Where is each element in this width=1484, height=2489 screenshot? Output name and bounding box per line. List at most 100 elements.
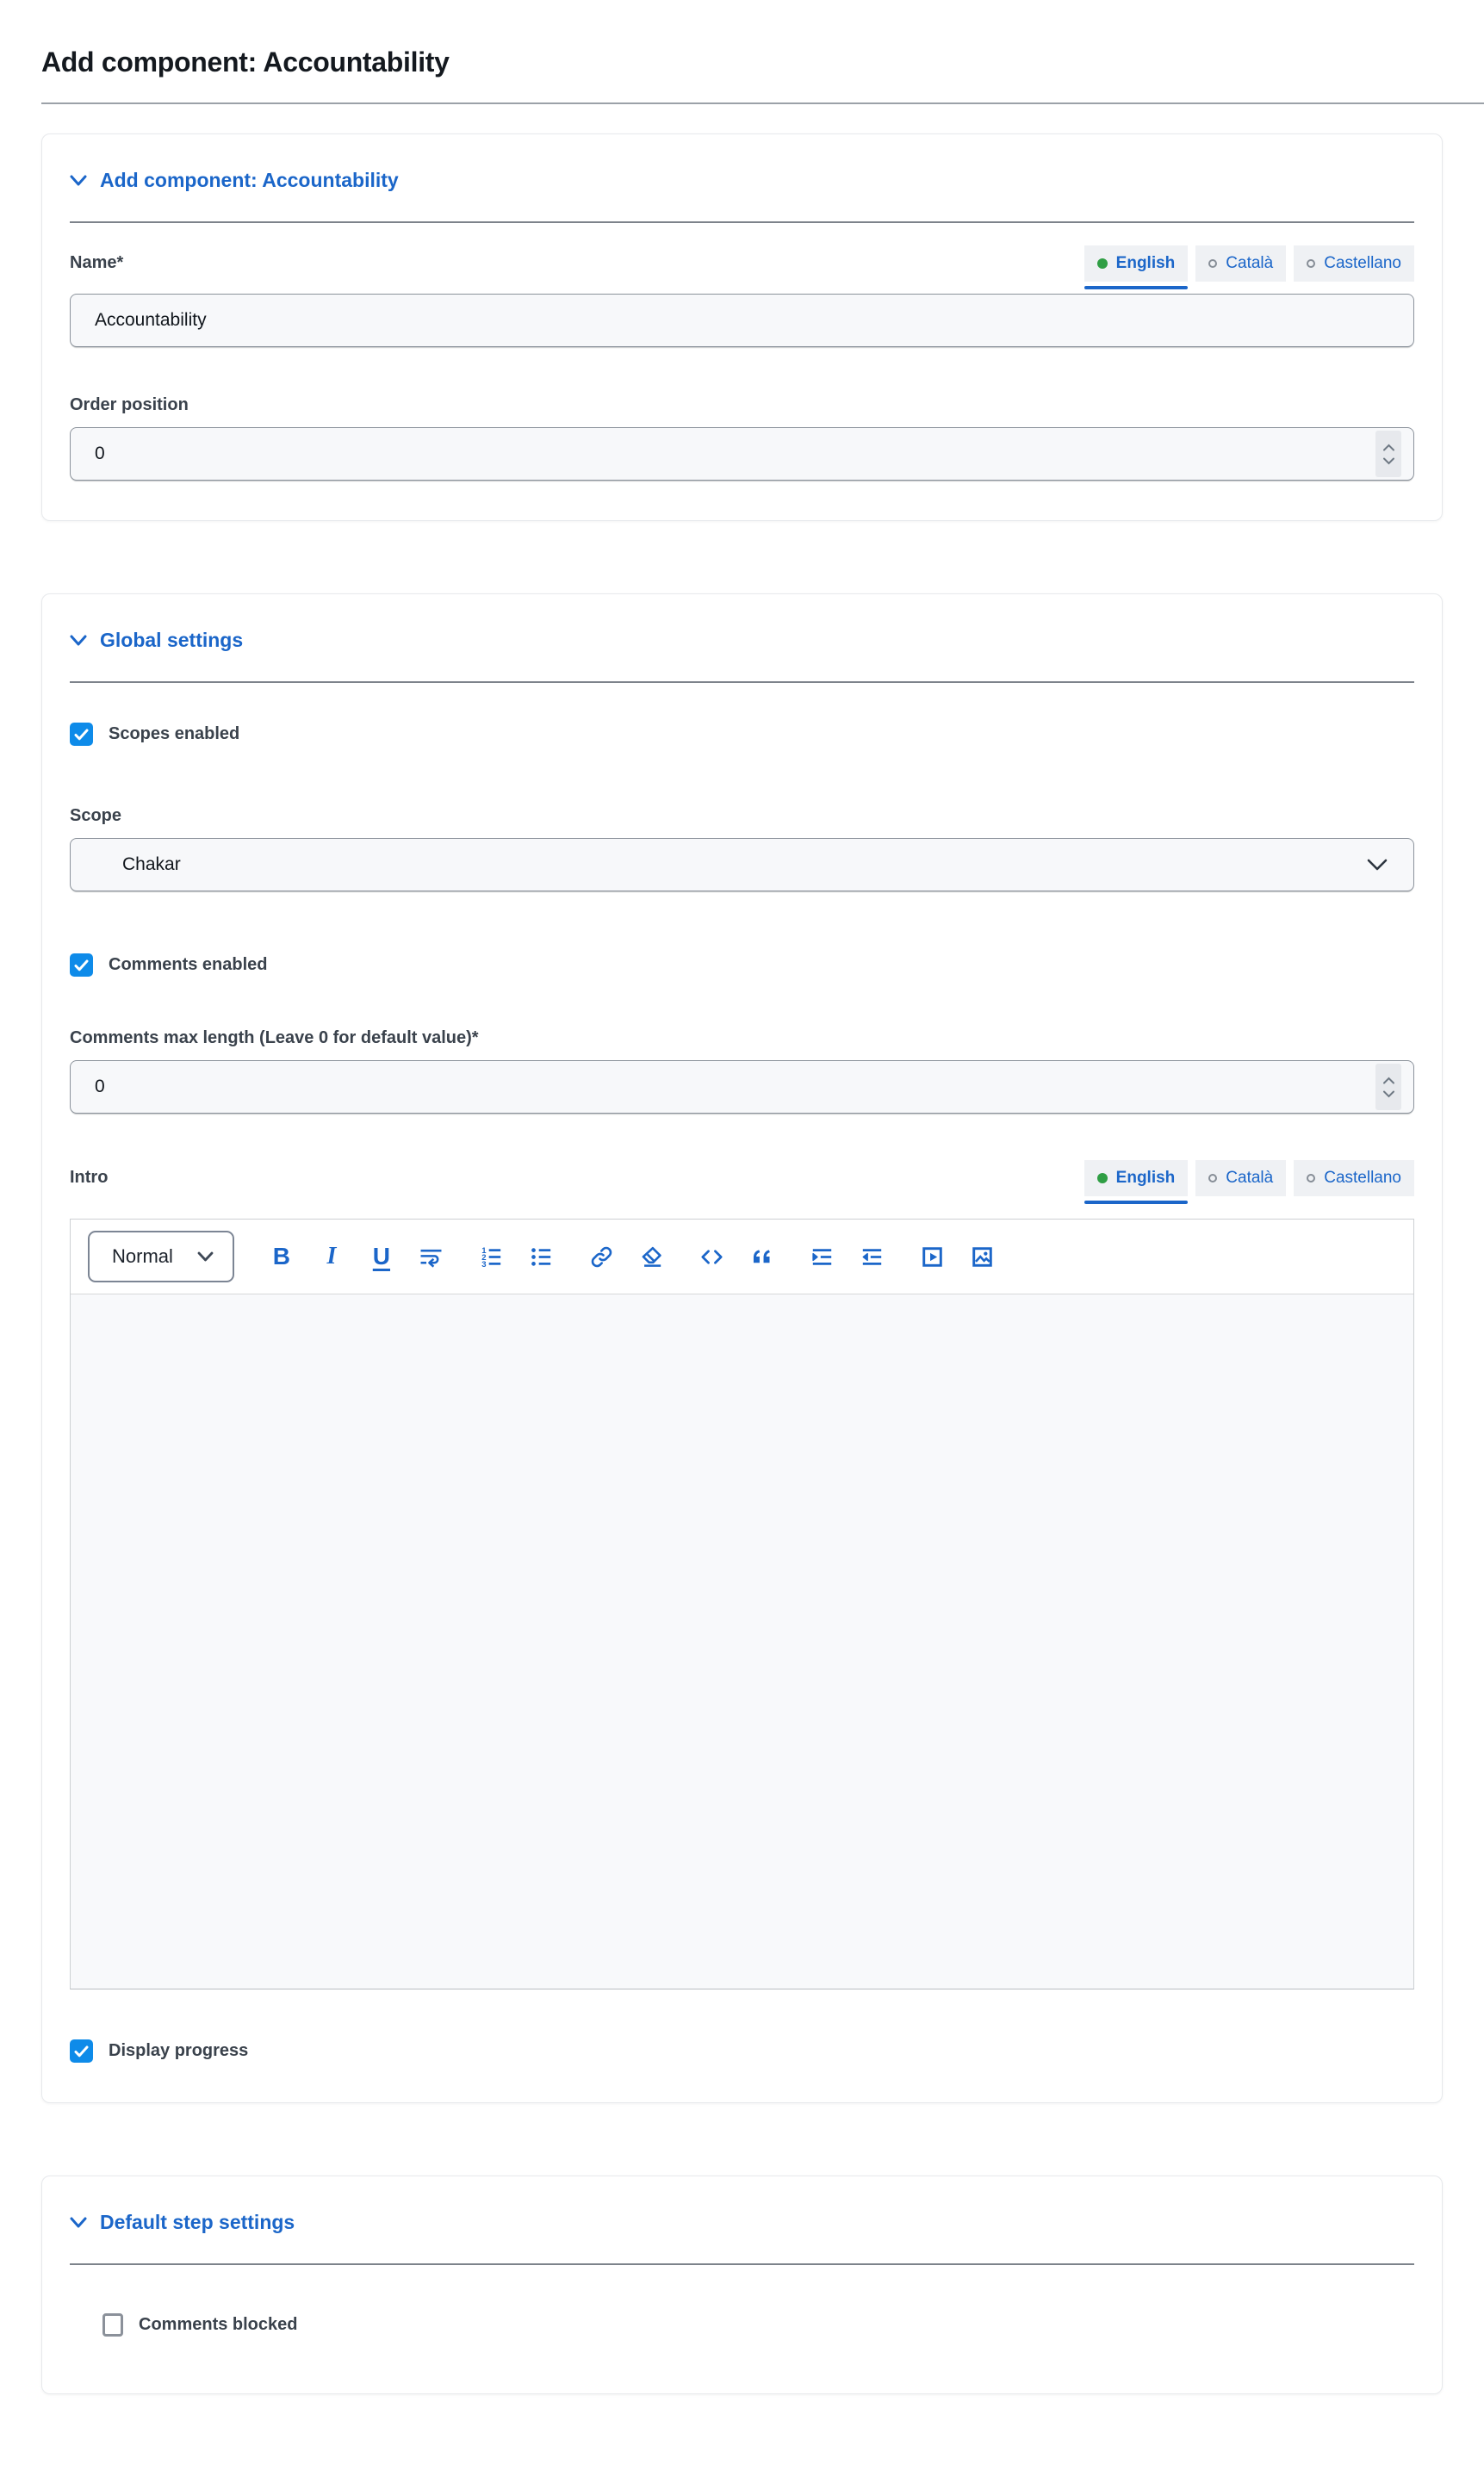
card-global-settings: Global settings Scopes enabled Scope Cha… — [41, 593, 1443, 2103]
toolbar-group-link — [589, 1243, 665, 1270]
comments-enabled-label: Comments enabled — [109, 955, 267, 975]
tab-label: Castellano — [1324, 1169, 1401, 1188]
section-toggle-default-step-settings[interactable]: Default step settings — [70, 2211, 295, 2234]
order-position-stepper[interactable] — [1375, 431, 1401, 477]
card-default-step-settings: Default step settings Comments blocked — [41, 2176, 1443, 2394]
editor-toolbar: Normal B I U — [71, 1220, 1413, 1294]
inactive-language-dot-icon — [1208, 1174, 1217, 1182]
comments-max-length-input[interactable]: 0 — [70, 1060, 1414, 1114]
link-icon — [590, 1245, 613, 1269]
name-label: Name* — [70, 253, 123, 273]
rich-text-editor-content[interactable] — [71, 1294, 1413, 1989]
tab-catala[interactable]: Català — [1195, 245, 1286, 282]
rich-text-editor: Normal B I U — [70, 1219, 1414, 1989]
tab-label: Català — [1226, 1169, 1273, 1188]
paragraph-style-value: Normal — [112, 1245, 173, 1268]
code-icon — [700, 1245, 723, 1269]
bold-button[interactable]: B — [269, 1243, 295, 1270]
intro-field-row: Intro English Català Castellano — [70, 1160, 1414, 1196]
scope-select[interactable]: Chakar — [70, 838, 1414, 891]
active-language-dot-icon — [1097, 258, 1108, 269]
scopes-enabled-checkbox[interactable] — [70, 723, 93, 746]
tab-label: Català — [1226, 254, 1273, 273]
remove-format-button[interactable] — [639, 1243, 665, 1270]
numbered-list-icon: 123 — [480, 1245, 503, 1269]
chevron-down-icon — [1367, 859, 1388, 871]
stepper-up-icon — [1382, 444, 1395, 451]
tab-label: Castellano — [1324, 254, 1401, 273]
comments-max-length-label: Comments max length (Leave 0 for default… — [70, 1028, 1414, 1048]
language-tabs-name: English Català Castellano — [1084, 245, 1414, 282]
order-position-input[interactable]: 0 — [70, 427, 1414, 481]
stepper-down-icon — [1382, 457, 1395, 465]
italic-icon: I — [326, 1244, 336, 1269]
name-field-row: Name* English Català Castellano — [70, 245, 1414, 282]
line-break-button[interactable] — [419, 1243, 444, 1270]
inactive-language-dot-icon — [1208, 259, 1217, 268]
comments-enabled-row: Comments enabled — [70, 953, 1414, 977]
code-button[interactable] — [699, 1243, 725, 1270]
order-position-label: Order position — [70, 395, 1414, 415]
page-divider — [41, 102, 1484, 104]
outdent-button[interactable] — [860, 1243, 885, 1270]
comments-blocked-row: Comments blocked — [102, 2313, 1414, 2337]
link-button[interactable] — [589, 1243, 615, 1270]
blockquote-button[interactable] — [749, 1243, 775, 1270]
display-progress-row: Display progress — [70, 2039, 1414, 2063]
language-tabs-intro: English Català Castellano — [1084, 1160, 1414, 1196]
comments-blocked-label: Comments blocked — [139, 2315, 297, 2335]
scopes-enabled-row: Scopes enabled — [70, 723, 1414, 746]
intro-label: Intro — [70, 1168, 108, 1188]
section-divider — [70, 221, 1414, 223]
toolbar-group-indent — [810, 1243, 885, 1270]
tab-label: English — [1116, 254, 1176, 273]
section-toggle-global-settings[interactable]: Global settings — [70, 629, 243, 652]
scope-label: Scope — [70, 806, 1414, 826]
indent-button[interactable] — [810, 1243, 835, 1270]
checkmark-icon — [74, 729, 89, 741]
blockquote-icon — [750, 1245, 773, 1269]
display-progress-checkbox[interactable] — [70, 2039, 93, 2063]
section-toggle-add-component[interactable]: Add component: Accountability — [70, 169, 399, 192]
section-title-global-settings: Global settings — [100, 629, 243, 652]
scopes-enabled-label: Scopes enabled — [109, 724, 239, 744]
comments-max-length-value: 0 — [95, 1077, 105, 1097]
scope-select-value: Chakar — [122, 854, 181, 875]
outdent-icon — [860, 1245, 884, 1269]
tab-english[interactable]: English — [1084, 1160, 1189, 1196]
indent-icon — [810, 1245, 834, 1269]
italic-button[interactable]: I — [319, 1243, 345, 1270]
tab-castellano[interactable]: Castellano — [1294, 245, 1414, 282]
chevron-down-icon — [70, 175, 87, 187]
page: Add component: Accountability Add compon… — [0, 47, 1484, 2429]
name-input[interactable] — [70, 294, 1414, 347]
media-embed-button[interactable] — [920, 1243, 946, 1270]
active-language-dot-icon — [1097, 1173, 1108, 1183]
inactive-language-dot-icon — [1307, 1174, 1315, 1182]
bulleted-list-button[interactable] — [529, 1243, 555, 1270]
section-divider — [70, 2263, 1414, 2265]
section-divider — [70, 681, 1414, 683]
image-button[interactable] — [970, 1243, 996, 1270]
underline-button[interactable]: U — [369, 1243, 394, 1270]
tab-english[interactable]: English — [1084, 245, 1189, 282]
checkmark-icon — [74, 2045, 89, 2058]
comments-max-length-stepper[interactable] — [1375, 1064, 1401, 1110]
media-embed-icon — [921, 1245, 944, 1269]
tab-catala[interactable]: Català — [1195, 1160, 1286, 1196]
bulleted-list-icon — [530, 1245, 553, 1269]
numbered-list-button[interactable]: 123 — [479, 1243, 505, 1270]
toolbar-group-lists: 123 — [479, 1243, 555, 1270]
image-icon — [971, 1245, 994, 1269]
paragraph-style-dropdown[interactable]: Normal — [88, 1231, 234, 1282]
chevron-down-icon — [197, 1251, 214, 1262]
tab-castellano[interactable]: Castellano — [1294, 1160, 1414, 1196]
comments-blocked-checkbox[interactable] — [102, 2313, 123, 2337]
section-title-default-step-settings: Default step settings — [100, 2211, 295, 2234]
stepper-up-icon — [1382, 1077, 1395, 1084]
tab-label: English — [1116, 1169, 1176, 1188]
comments-enabled-checkbox[interactable] — [70, 953, 93, 977]
inactive-language-dot-icon — [1307, 259, 1315, 268]
checkmark-icon — [74, 959, 89, 971]
display-progress-label: Display progress — [109, 2041, 248, 2061]
